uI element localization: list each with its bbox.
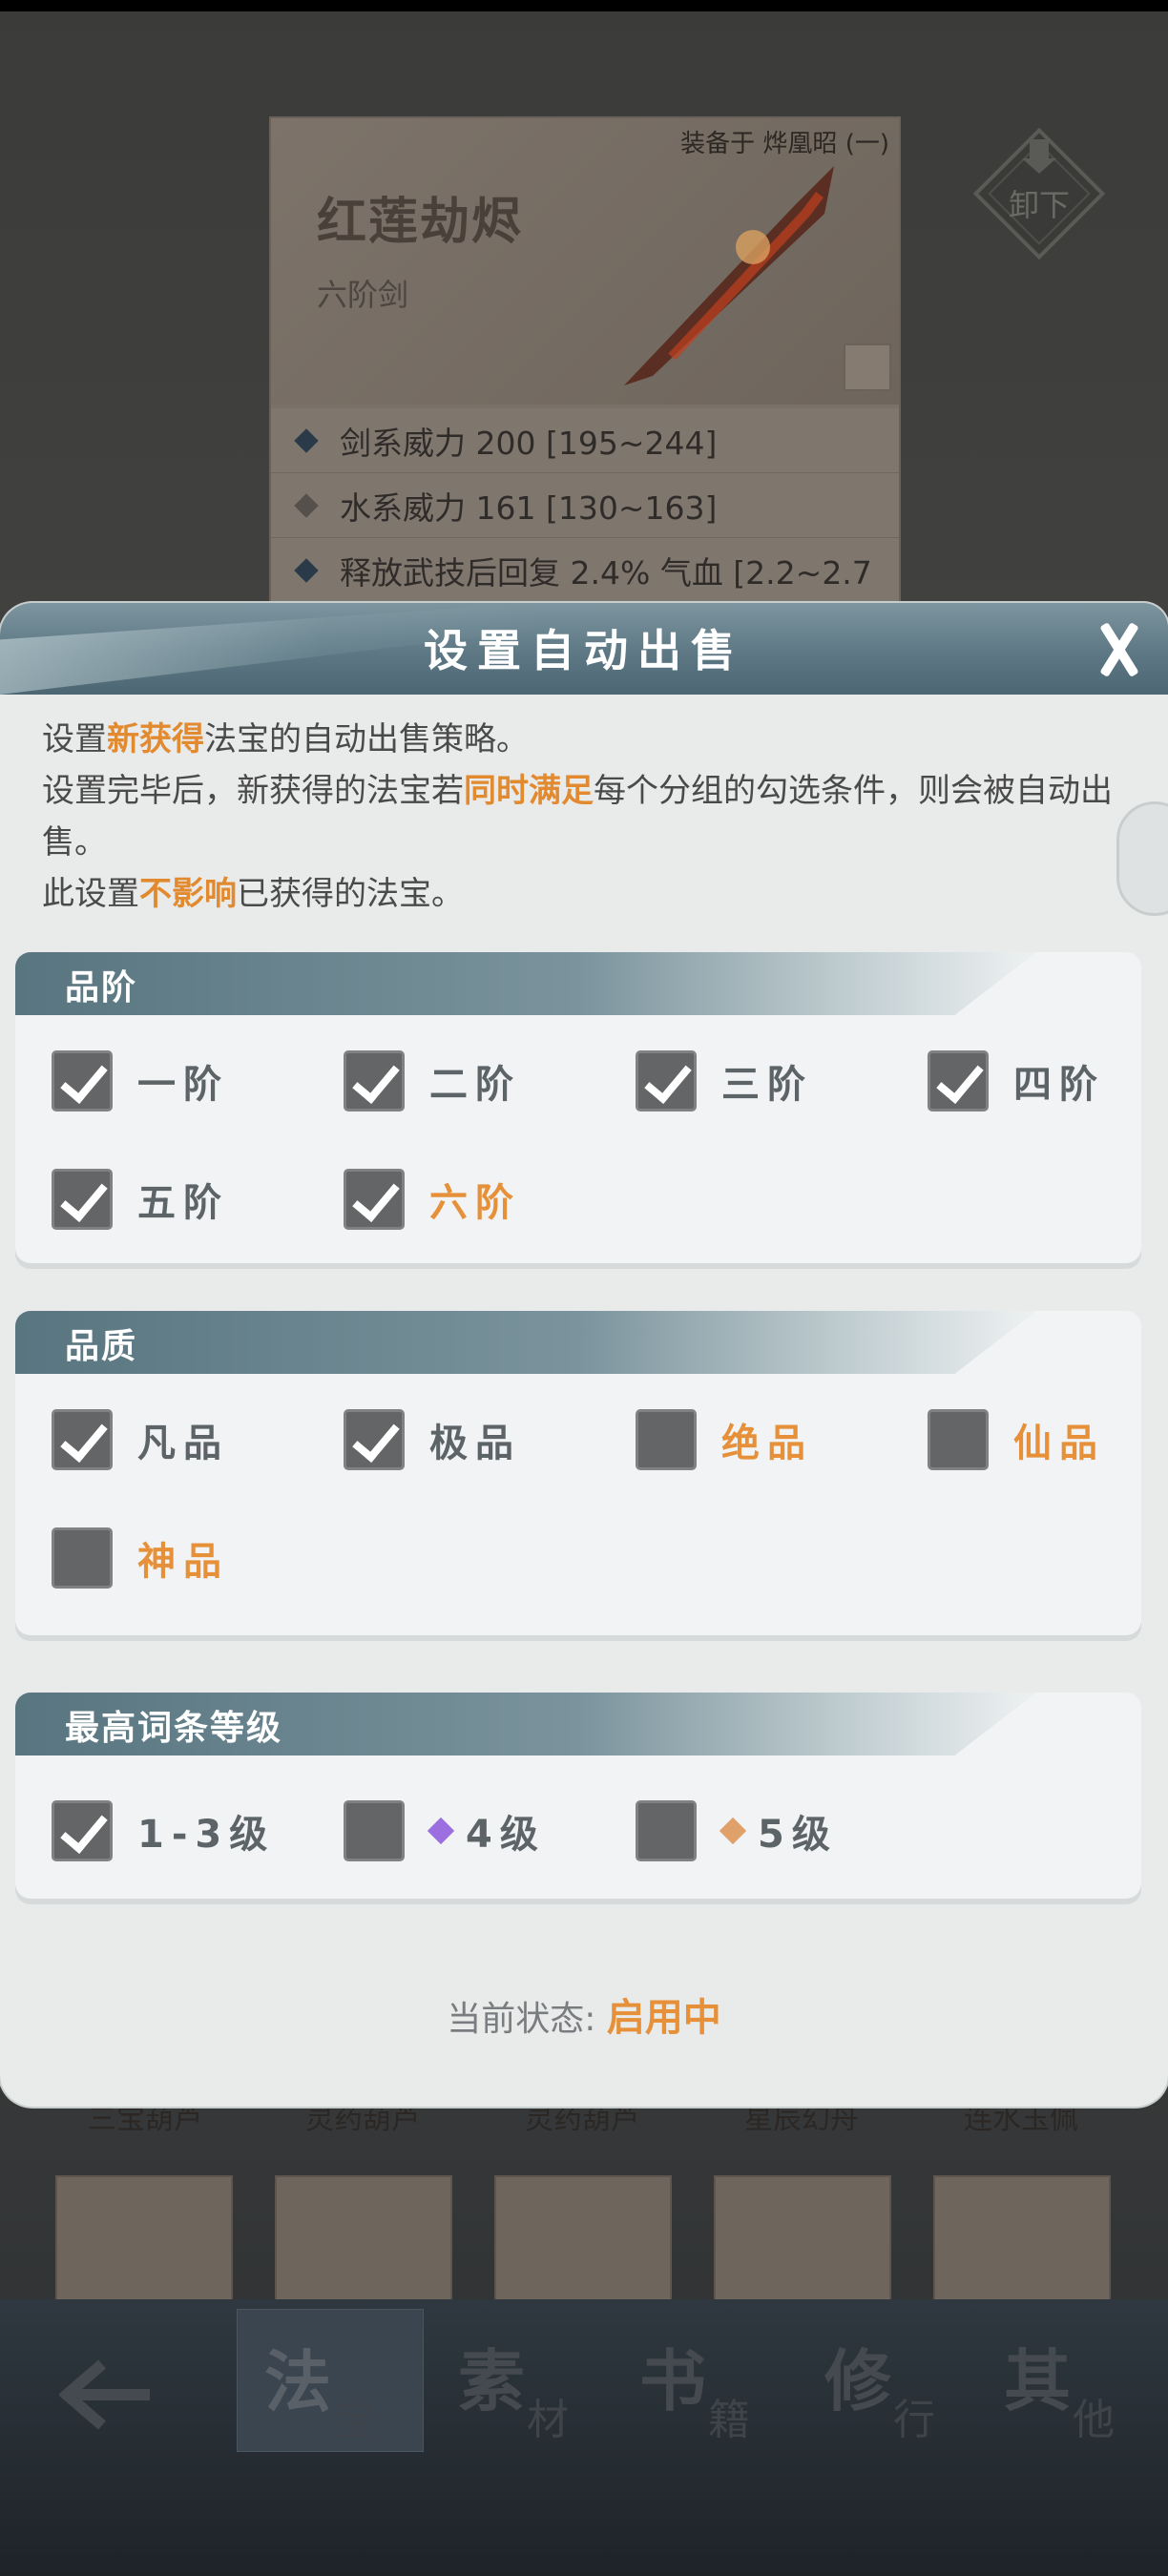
checkbox[interactable] — [52, 1050, 113, 1111]
item-thumbnail[interactable] — [275, 2175, 452, 2318]
item-thumbnail[interactable] — [933, 2175, 1111, 2318]
tier-option-1[interactable]: 一阶 — [52, 1049, 229, 1112]
checkbox[interactable] — [52, 1169, 113, 1230]
tab-treasure[interactable]: 法宝 — [237, 2309, 424, 2452]
equipped-to-label: 装备于 烨凰昭 (一) — [680, 130, 889, 158]
equipped-item-card: 装备于 烨凰昭 (一) 红莲劫烬 六阶剑 剑系威力 200 [195~244] … — [269, 116, 901, 613]
checkbox[interactable] — [344, 1800, 405, 1861]
unequip-label: 卸下 — [1009, 187, 1070, 223]
checkbox[interactable] — [52, 1527, 113, 1589]
tab-cultivation[interactable]: 修行 — [798, 2309, 985, 2452]
group-title: 最高词条等级 — [65, 1709, 283, 1748]
quality-group: 品质 凡品 极品 绝品 仙品 神品 — [15, 1311, 1141, 1635]
diamond-icon — [294, 557, 319, 583]
status-toggle[interactable]: 当前状态: 启用中 — [0, 1986, 1168, 2042]
group-title: 品质 — [65, 1327, 138, 1366]
affix-option-4[interactable]: 4级 — [344, 1799, 546, 1862]
diamond-icon — [427, 1817, 455, 1845]
group-header — [15, 1311, 1036, 1374]
checkbox[interactable] — [344, 1409, 405, 1470]
affix-level-group: 最高词条等级 1-3级 4级 5级 — [15, 1693, 1141, 1899]
back-arrow-icon[interactable] — [59, 2357, 155, 2433]
tab-materials[interactable]: 素材 — [431, 2309, 618, 2452]
checkbox[interactable] — [344, 1050, 405, 1111]
checkbox[interactable] — [636, 1409, 697, 1470]
status-label: 当前状态: — [447, 2000, 596, 2039]
auto-sell-dialog: 设置自动出售 设置新获得法宝的自动出售策略。 设置完毕后，新获得的法宝若同时满足… — [0, 603, 1168, 2107]
unequip-button[interactable]: 卸下 — [966, 120, 1113, 267]
tier-option-6[interactable]: 六阶 — [344, 1168, 521, 1231]
stat-row: 释放武技后回复 2.4% 气血 [2.2~2.7 — [271, 538, 899, 603]
diamond-icon — [294, 427, 319, 453]
tier-option-5[interactable]: 五阶 — [52, 1168, 229, 1231]
checkbox[interactable] — [52, 1409, 113, 1470]
dialog-title: 设置自动出售 — [424, 625, 744, 676]
diamond-icon — [294, 492, 319, 518]
tier-option-2[interactable]: 二阶 — [344, 1049, 521, 1112]
checkbox[interactable] — [344, 1169, 405, 1230]
affix-option-5[interactable]: 5级 — [636, 1799, 838, 1862]
stat-row: 剑系威力 200 [195~244] — [271, 408, 899, 473]
quality-option-divine[interactable]: 神品 — [52, 1527, 229, 1589]
status-value: 启用中 — [606, 1996, 721, 2040]
item-thumbnail[interactable] — [494, 2175, 672, 2318]
quality-option-common[interactable]: 凡品 — [52, 1408, 229, 1471]
side-handle[interactable] — [1116, 801, 1168, 916]
tier-group: 品阶 一阶 二阶 三阶 四阶 五阶 六阶 — [15, 952, 1141, 1263]
checkbox[interactable] — [928, 1409, 989, 1470]
affix-option-1-3[interactable]: 1-3级 — [52, 1799, 275, 1862]
item-grade: 六阶剑 — [317, 277, 409, 313]
item-name: 红莲劫烬 — [317, 193, 524, 251]
item-thumbnail[interactable] — [55, 2175, 233, 2318]
dialog-header: 设置自动出售 — [0, 603, 1168, 695]
checkbox[interactable] — [52, 1800, 113, 1861]
status-bar — [0, 0, 1168, 11]
tier-option-4[interactable]: 四阶 — [928, 1049, 1105, 1112]
stat-row: 水系威力 161 [130~163] — [271, 473, 899, 538]
tab-books[interactable]: 书籍 — [613, 2309, 800, 2452]
quality-option-superior[interactable]: 极品 — [344, 1408, 521, 1471]
checkbox[interactable] — [928, 1050, 989, 1111]
tier-option-3[interactable]: 三阶 — [636, 1049, 813, 1112]
item-stats: 剑系威力 200 [195~244] 水系威力 161 [130~163] 释放… — [271, 408, 899, 603]
close-icon[interactable] — [1090, 618, 1147, 681]
quality-option-immortal[interactable]: 仙品 — [928, 1408, 1105, 1471]
item-thumbnail[interactable] — [714, 2175, 891, 2318]
dialog-description: 设置新获得法宝的自动出售策略。 设置完毕后，新获得的法宝若同时满足每个分组的勾选… — [42, 720, 1113, 913]
group-header — [15, 952, 1036, 1015]
checkbox[interactable] — [636, 1050, 697, 1111]
diamond-icon — [719, 1817, 747, 1845]
group-title: 品阶 — [65, 968, 138, 1008]
sword-icon — [624, 166, 834, 385]
tab-other[interactable]: 其他 — [977, 2309, 1164, 2452]
checkbox[interactable] — [636, 1800, 697, 1861]
lock-icon[interactable] — [844, 343, 891, 391]
quality-option-peerless[interactable]: 绝品 — [636, 1408, 813, 1471]
